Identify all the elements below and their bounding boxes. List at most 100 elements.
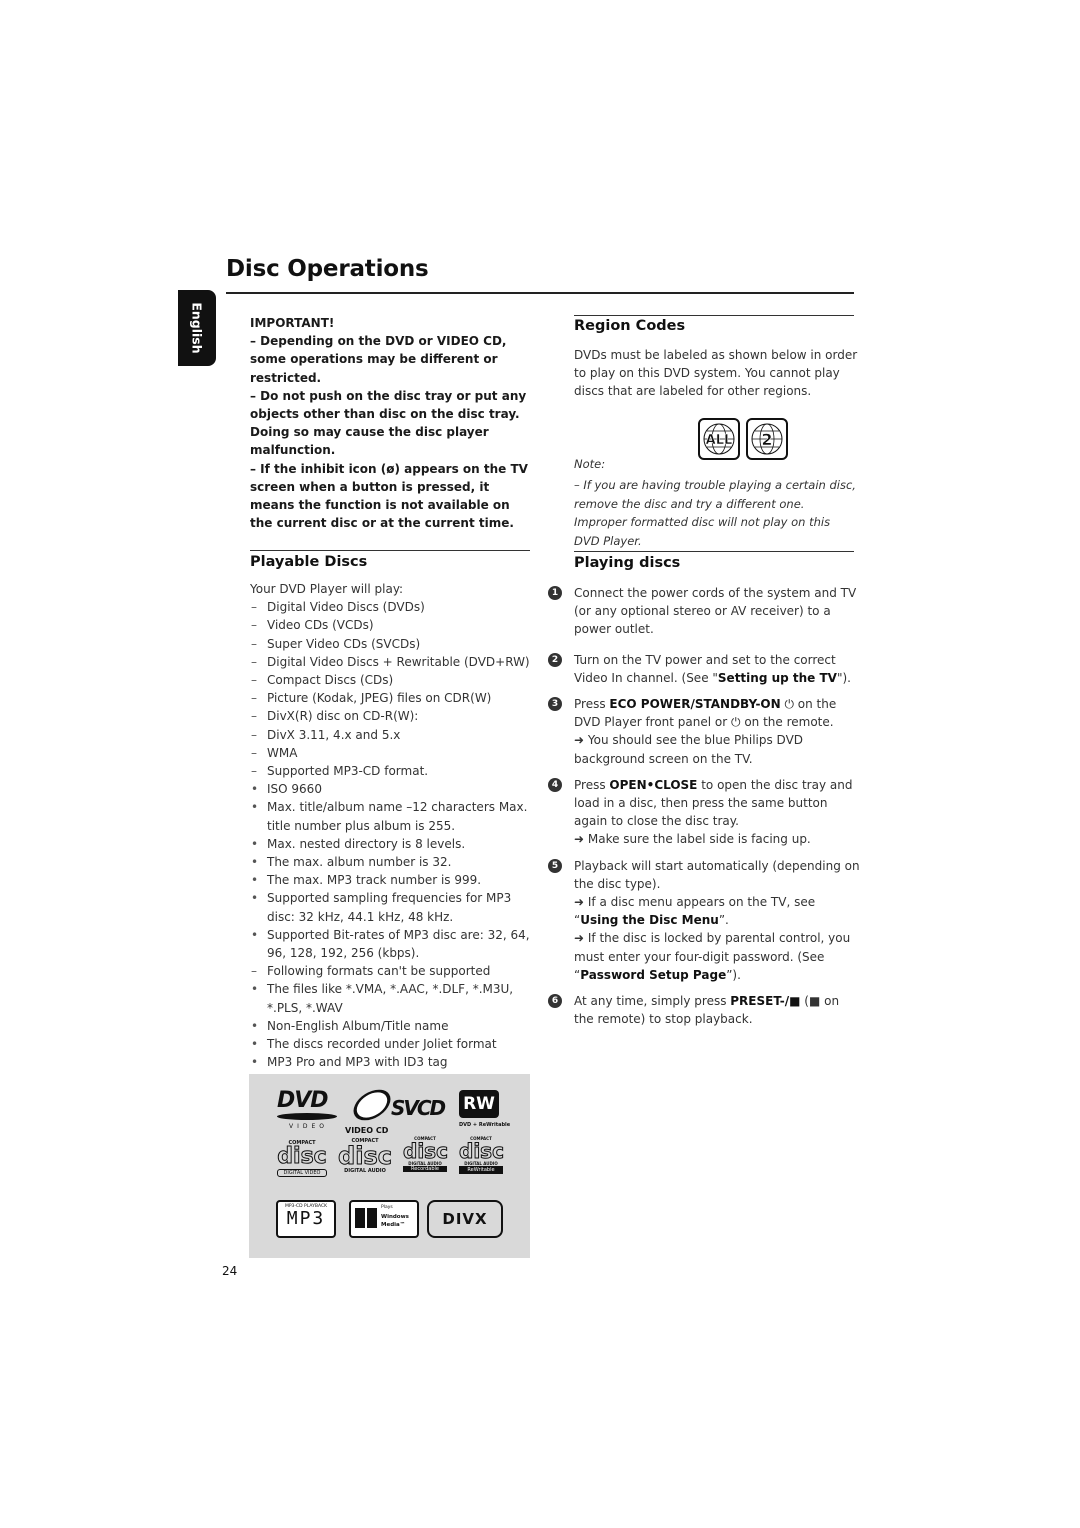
dash-marker: – (251, 964, 257, 979)
rw-logo-text: RW (459, 1090, 499, 1118)
dash-marker: – (251, 636, 257, 651)
dvd-rw-logo: RW DVD + ReWritable (459, 1090, 510, 1128)
region-codes-heading: Region Codes (574, 318, 686, 334)
playable-disc-text: The files like *.VMA, *.AAC, *.DLF, *.M3… (267, 982, 514, 1015)
step-3: 3 Press ECO POWER/STANDBY-ON ⏻ on the DV… (548, 695, 860, 768)
step-6: 6 At any time, simply press PRESET-/■ (■… (548, 992, 860, 1028)
playable-disc-item: – DivX(R) disc on CD-R(W): (250, 707, 535, 725)
cd-disc-text: disc (277, 1144, 327, 1169)
playable-disc-item: • ISO 9660 (250, 780, 535, 798)
disc-logos-panel: DVD VIDEO VIDEO CD SVCD RW DVD + ReWrita… (249, 1074, 530, 1258)
dvd-video-logo: DVD VIDEO (277, 1090, 343, 1136)
step-text: "). (836, 670, 851, 685)
playable-disc-text: Digital Video Discs + Rewritable (DVD+RW… (267, 654, 530, 669)
step-link-setting-up-tv: Setting up the TV (717, 670, 837, 685)
divx-text: DIVX (442, 1210, 488, 1228)
playable-disc-text: Non-English Album/Title name (267, 1018, 449, 1033)
step-text: At any time, simply press (574, 994, 731, 1009)
playable-disc-text: Supported sampling frequencies for MP3 d… (267, 891, 512, 924)
cd-rewritable-text: ReWritable (459, 1166, 503, 1174)
dvd-logo-text: DVD (277, 1088, 329, 1113)
step-text: Connect the power cords of the system an… (574, 586, 857, 637)
step-result: ➜ You should see the blue Philips DVD ba… (574, 733, 804, 766)
playable-disc-item: • MP3 Pro and MP3 with ID3 tag (250, 1053, 535, 1071)
step-number-badge: 5 (548, 858, 562, 873)
globe-icon: 2 (751, 423, 783, 455)
step-link-password-setup: Password Setup Page (580, 967, 727, 982)
step-4: 4 Press OPEN•CLOSE to open the disc tray… (548, 776, 860, 849)
playable-disc-text: MP3 Pro and MP3 with ID3 tag (267, 1055, 448, 1070)
important-notice: IMPORTANT! – Depending on the DVD or VID… (250, 314, 530, 532)
cd-digital-video-logo: COMPACT disc DIGITAL VIDEO (277, 1140, 327, 1182)
cd-recordable-logo: COMPACT disc DIGITAL AUDIO Recordable (403, 1136, 449, 1180)
playable-disc-text: The max. album number is 32. (267, 855, 452, 870)
playable-disc-item: – Digital Video Discs (DVDs) (250, 598, 535, 616)
wm-windows-text: Windows (381, 1214, 409, 1220)
bullet-marker: • (251, 873, 259, 888)
playable-disc-item: • The discs recorded under Joliet format (250, 1035, 535, 1053)
globe-icon: ALL (703, 423, 735, 455)
playable-disc-text: WMA (267, 745, 298, 760)
bullet-marker: • (251, 927, 259, 942)
region-all-label: ALL (706, 433, 733, 448)
important-item: – Do not push on the disc tray or put an… (250, 388, 527, 458)
step-5: 5 Playback will start automatically (dep… (548, 857, 860, 984)
playable-disc-item: – Picture (Kodak, JPEG) files on CDR(W) (250, 689, 535, 707)
rw-logo-sub: DVD + ReWritable (459, 1122, 511, 1128)
dash-marker: – (251, 727, 257, 742)
important-item: – Depending on the DVD or VIDEO CD, some… (250, 334, 507, 385)
bullet-marker: • (251, 836, 259, 851)
cd-audio-text: DIGITAL AUDIO (344, 1168, 386, 1174)
playable-disc-item: – Following formats can't be supported (250, 962, 535, 980)
bullet-marker: • (251, 782, 259, 797)
playable-disc-item: – WMA (250, 744, 535, 762)
step-text: Press (574, 697, 610, 712)
playable-disc-text: Digital Video Discs (DVDs) (267, 600, 425, 615)
playable-disc-text: Supported MP3-CD format. (267, 764, 429, 779)
bullet-marker: • (251, 1018, 259, 1033)
video-cd-logo: VIDEO CD (345, 1088, 397, 1135)
section-divider (574, 551, 854, 552)
dash-marker: – (251, 673, 257, 688)
cd-disc-text: disc (403, 1139, 449, 1163)
playable-disc-text: DivX(R) disc on CD-R(W): (267, 709, 419, 724)
vcd-disc-icon (347, 1089, 397, 1121)
step-1: 1 Connect the power cords of the system … (548, 584, 860, 639)
page-number: 24 (222, 1264, 238, 1278)
playable-disc-item: • Max. nested directory is 8 levels. (250, 835, 535, 853)
note-text: – If you are having trouble playing a ce… (574, 478, 856, 548)
bullet-marker: • (251, 1055, 259, 1070)
page-title: Disc Operations (226, 256, 429, 282)
bullet-marker: • (251, 891, 259, 906)
dvd-logo-sub: VIDEO (289, 1123, 329, 1130)
playable-disc-text: DivX 3.11, 4.x and 5.x (267, 727, 401, 742)
playable-disc-item: – Compact Discs (CDs) (250, 671, 535, 689)
step-text: Press (574, 777, 610, 792)
bullet-marker: • (251, 982, 259, 997)
playable-discs-list: – Digital Video Discs (DVDs) – Video CDs (V… (250, 598, 535, 1071)
dash-marker: – (251, 618, 257, 633)
playable-disc-item: – Supported MP3-CD format. (250, 762, 535, 780)
playable-disc-text: Super Video CDs (SVCDs) (267, 636, 421, 651)
language-tab: English (178, 290, 216, 366)
playable-disc-text: Compact Discs (CDs) (267, 673, 394, 688)
divx-logo: DIVX (427, 1200, 503, 1238)
bullet-marker: • (251, 800, 259, 815)
step-number-badge: 1 (548, 586, 562, 600)
region-icons: ALL 2 (698, 418, 788, 466)
section-divider (574, 315, 854, 316)
playable-disc-text: Picture (Kodak, JPEG) files on CDR(W) (267, 691, 492, 706)
bullet-marker: • (251, 855, 259, 870)
playable-disc-item: • The max. MP3 track number is 999. (250, 871, 535, 889)
playable-disc-text: Max. title/album name –12 characters Max… (267, 800, 528, 833)
playable-disc-item: – Video CDs (VCDs) (250, 616, 535, 634)
playable-disc-item: • The files like *.VMA, *.AAC, *.DLF, *.M… (250, 980, 535, 1016)
dash-marker: – (251, 764, 257, 779)
region-all-icon: ALL (698, 418, 740, 460)
playable-disc-text: The max. MP3 track number is 999. (267, 873, 482, 888)
playable-disc-item: • Supported sampling frequencies for MP3 … (250, 889, 535, 925)
step-number-badge: 3 (548, 697, 562, 712)
playable-disc-text: Following formats can't be supported (267, 964, 491, 979)
cd-digital-audio-logo: COMPACT disc DIGITAL AUDIO (337, 1138, 393, 1180)
step-2: 2 Turn on the TV power and set to the co… (548, 651, 860, 687)
